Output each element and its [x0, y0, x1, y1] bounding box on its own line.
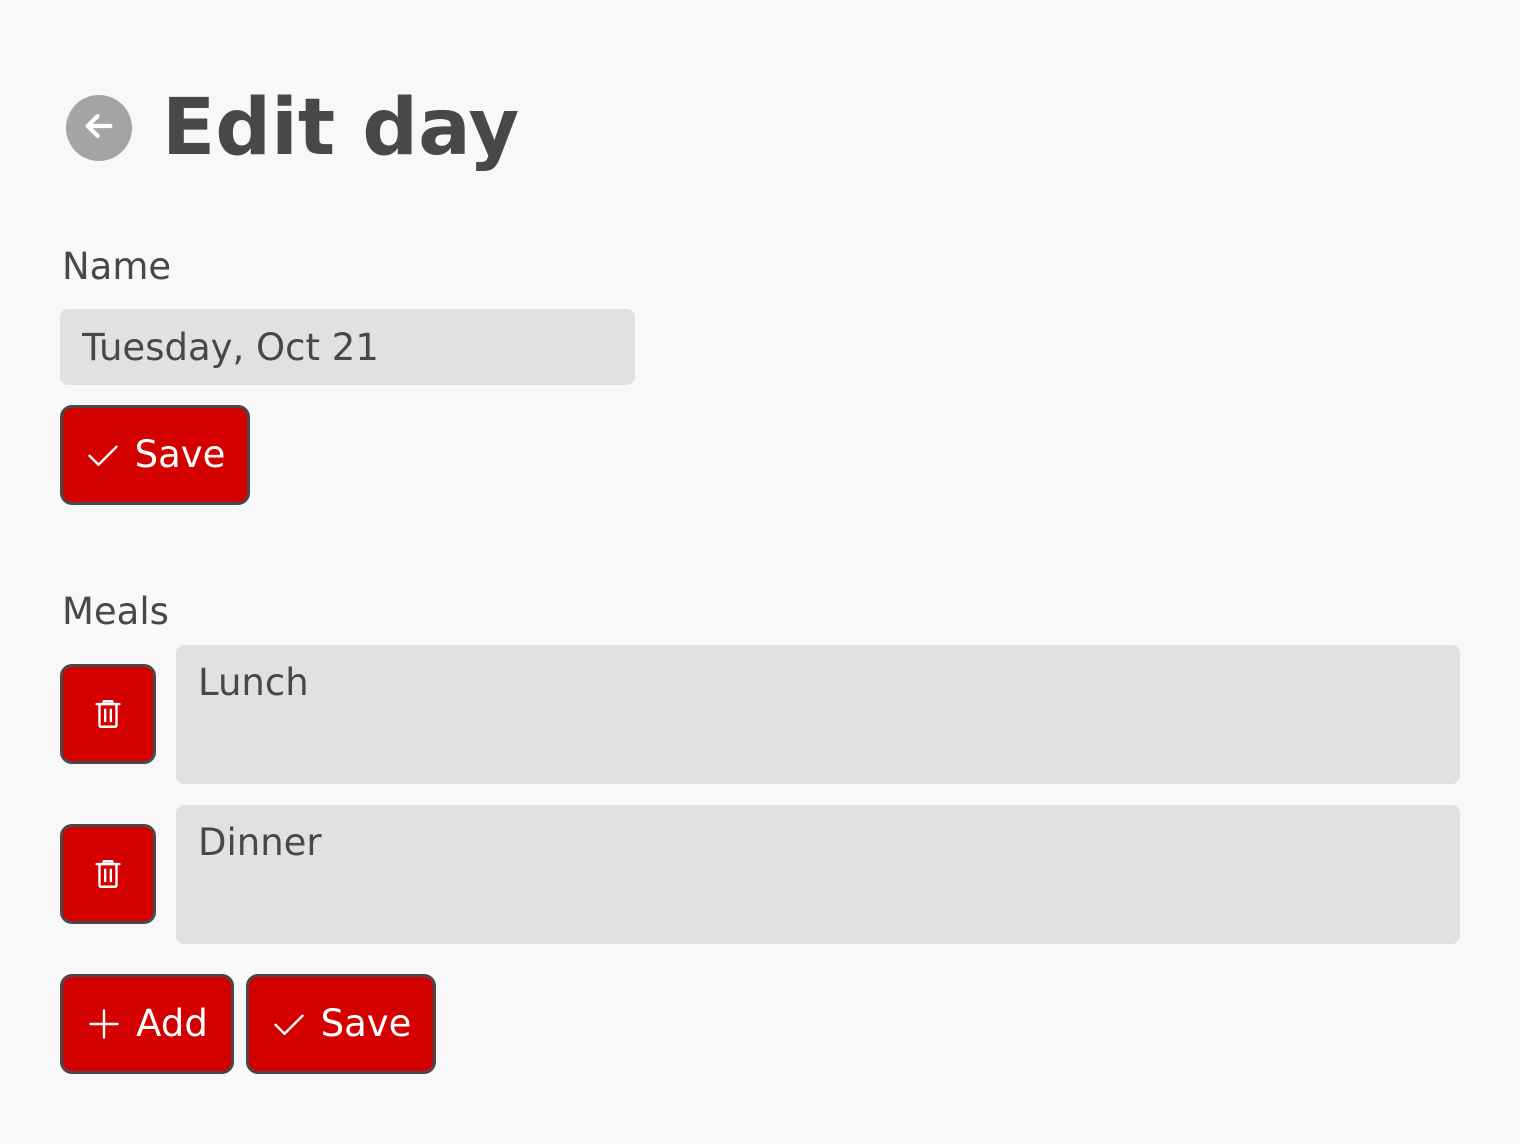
- check-icon: [271, 1006, 307, 1042]
- page-title: Edit day: [162, 83, 520, 173]
- name-input[interactable]: [60, 309, 635, 385]
- save-name-button[interactable]: Save: [60, 405, 250, 505]
- save-meals-button-label: Save: [320, 1002, 412, 1045]
- meal-input-dinner[interactable]: Dinner: [176, 805, 1460, 944]
- meal-input-lunch[interactable]: Lunch: [176, 645, 1460, 784]
- save-meals-button[interactable]: Save: [246, 974, 436, 1074]
- delete-meal-button[interactable]: [60, 664, 156, 764]
- trash-icon: [91, 696, 125, 732]
- meals-label: Meals: [62, 590, 169, 633]
- trash-icon: [91, 856, 125, 892]
- name-label: Name: [62, 245, 172, 288]
- add-meal-button-label: Add: [136, 1002, 208, 1045]
- plus-icon: [86, 1006, 122, 1042]
- add-meal-button[interactable]: Add: [60, 974, 234, 1074]
- save-name-button-label: Save: [134, 433, 226, 476]
- delete-meal-button[interactable]: [60, 824, 156, 924]
- page-header: Edit day: [66, 80, 519, 176]
- arrow-left-icon: [82, 109, 116, 147]
- check-icon: [85, 437, 121, 473]
- back-button[interactable]: [66, 95, 132, 161]
